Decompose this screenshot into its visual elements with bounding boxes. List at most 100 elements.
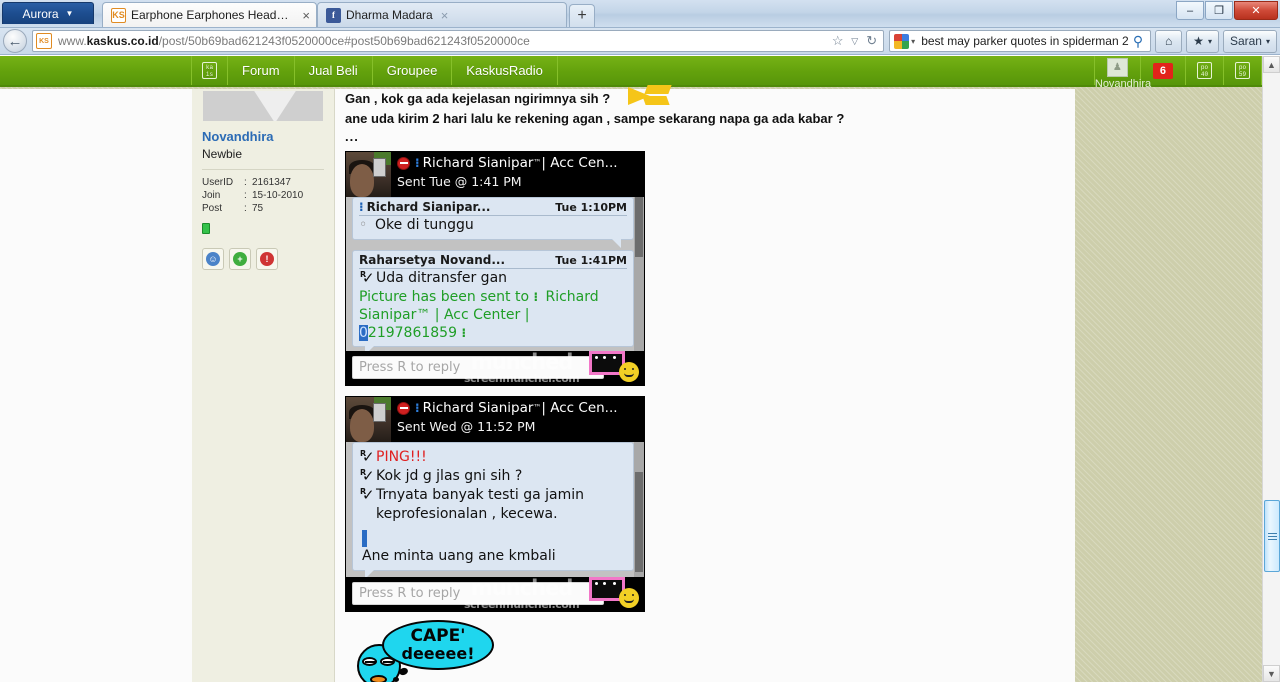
author-avatar[interactable] <box>203 91 323 121</box>
chat-2-message-3: R ✓ Trnyata banyak testi ga jamin keprofe… <box>359 486 627 524</box>
post-text-ellipsis: ... <box>345 129 359 144</box>
chat-1-header-text: ⁝ Richard Sianipar ™ | Acc Cen... Sent Tue… <box>391 152 644 197</box>
chat-1-reply-placeholder: Press R to reply <box>359 360 461 375</box>
new-tab-button[interactable]: + <box>569 4 595 27</box>
tab-kaskus-close-icon[interactable]: × <box>302 9 310 22</box>
trademark-icon: ™ <box>533 403 542 412</box>
nav-username-label: Novandhira <box>1094 78 1152 90</box>
chat-2-draft-label: Ane minta uang ane kmbali <box>362 548 556 564</box>
stat-post: Post : 75 <box>192 202 334 215</box>
chat-2-scrollbar[interactable] <box>634 442 644 577</box>
browser-window: Aurora ▼ KS Earphone Earphones Headset i… <box>0 0 1280 682</box>
chat-2-message-3-label: Trnyata banyak testi ga jamin keprofesio… <box>376 487 585 522</box>
page-viewport: ka is Forum Jual Beli Groupee KaskusRadi… <box>0 56 1280 682</box>
chevron-down-icon: ▼ <box>1267 668 1276 679</box>
scrollbar-thumb[interactable] <box>1264 500 1280 572</box>
chevron-up-icon: ▲ <box>1267 59 1276 70</box>
chat-1-picture-notice: Picture has been sent to ⁝ Richard Siani… <box>359 289 599 341</box>
chat-1-contact-name: ⁝ Richard Sianipar ™ | Acc Cen... <box>397 155 644 171</box>
chat-1-outgoing-time: Tue 1:41PM <box>555 254 627 267</box>
nav-item-kaskusradio[interactable]: KaskusRadio <box>452 56 558 85</box>
do-not-disturb-icon <box>397 401 410 415</box>
chat-2-contact-name: ⁝ Richard Sianipar ™ | Acc Cen... <box>397 400 644 416</box>
reputation-icon: po 59 <box>1235 62 1250 79</box>
nav-icon-button-2[interactable]: po 59 <box>1224 56 1262 85</box>
nav-item-jual-beli-label: Jual Beli <box>308 63 358 78</box>
bookmarks-menu-button[interactable]: ★ ▾ <box>1186 29 1219 53</box>
scroll-down-button[interactable]: ▼ <box>1263 665 1280 682</box>
site-logo[interactable]: ka is <box>192 56 228 85</box>
post-body: Gan , kok ga ada kejelasan ngirimnya sih… <box>335 85 1075 682</box>
search-icon[interactable]: ⚲ <box>1130 33 1146 50</box>
google-icon[interactable] <box>894 33 910 49</box>
reputation-icon-line-2: 59 <box>1238 70 1247 78</box>
chat-2-body: R ✓ PING!!! R ✓ Kok jd g jlas gni sih ? R ✓… <box>346 442 644 579</box>
user-avatar-icon: ♟ <box>1106 58 1128 77</box>
chat-2-contact-label: Richard Sianipar <box>422 400 534 416</box>
tab-facebook[interactable]: f Dharma Madara × <box>317 2 567 27</box>
app-menu-button[interactable]: Aurora ▼ <box>2 2 94 24</box>
trademark-icon: ™ <box>533 158 542 167</box>
stat-post-value: 75 <box>252 203 264 214</box>
chat-2-reply-input[interactable]: Press R to reply <box>352 582 604 605</box>
nav-item-kaskusradio-label: KaskusRadio <box>466 63 543 78</box>
search-input[interactable]: best may parker quotes in spiderman 2 <box>921 34 1130 48</box>
address-bar[interactable]: KS www.kaskus.co.id/post/50b69bad621243f… <box>32 30 885 52</box>
back-button[interactable]: ← <box>3 29 27 53</box>
nav-item-groupee[interactable]: Groupee <box>373 56 453 85</box>
scroll-up-button[interactable]: ▲ <box>1263 56 1280 73</box>
chat-1-incoming-bubble: ⁝ Richard Sianipar... Tue 1:10PM ◦ Oke di… <box>352 197 634 248</box>
chevron-down-icon[interactable]: ▽ <box>846 36 863 47</box>
url-domain: kaskus.co.id <box>86 34 159 48</box>
home-icon: ⌂ <box>1165 34 1173 48</box>
chat-1-incoming-time: Tue 1:10PM <box>555 201 627 214</box>
chat-1-notice-number-highlight: 0 <box>359 325 368 341</box>
author-rank-label: Newbie <box>202 147 243 161</box>
tab-kaskus[interactable]: KS Earphone Earphones Headset iPod iP...… <box>102 2 317 27</box>
author-username-link[interactable]: Novandhira <box>192 121 334 144</box>
tab-kaskus-label: Earphone Earphones Headset iPod iP... <box>131 8 294 22</box>
facebook-favicon-icon: f <box>326 7 341 23</box>
logo-line-1: ka <box>205 63 214 71</box>
chat-1-reply-input[interactable]: Press R to reply <box>352 356 604 379</box>
page-scrollbar[interactable]: ▲ ▼ <box>1262 56 1280 682</box>
nav-item-forum[interactable]: Forum <box>228 56 295 85</box>
chat-1-incoming-message-label: Oke di tunggu <box>375 217 474 233</box>
browser-titlebar: Aurora ▼ KS Earphone Earphones Headset i… <box>0 0 1280 28</box>
home-button[interactable]: ⌂ <box>1155 29 1183 53</box>
stat-userid: UserID : 2161347 <box>192 176 334 189</box>
chat-1-notice-prefix: Picture has been sent to <box>359 289 530 305</box>
chevron-down-icon[interactable]: ▾ <box>911 37 915 46</box>
nav-icon-button-1[interactable]: po 40 <box>1186 56 1224 85</box>
suggestions-menu-button[interactable]: Saran ▾ <box>1222 29 1277 53</box>
online-indicator-icon <box>202 223 210 234</box>
search-bar[interactable]: ▾ best may parker quotes in spiderman 2 … <box>889 30 1152 52</box>
bbm-icon: ⁝ <box>415 156 419 170</box>
close-window-button[interactable]: ✕ <box>1234 1 1278 20</box>
nav-user-menu[interactable]: ♟ Novandhira <box>1095 56 1151 90</box>
report-button[interactable]: ! <box>256 248 278 270</box>
site-identity-icon[interactable]: KS <box>36 33 52 49</box>
chat-1-scrollbar[interactable] <box>634 197 644 351</box>
reload-icon[interactable]: ↻ <box>863 33 880 49</box>
chat-1-contact-suffix: | Acc Cen... <box>541 155 618 171</box>
chat-2-bubble: R ✓ PING!!! R ✓ Kok jd g jlas gni sih ? R ✓… <box>352 442 634 579</box>
nav-item-forum-label: Forum <box>242 63 280 78</box>
tab-facebook-close-icon[interactable]: × <box>441 9 449 22</box>
nav-item-jual-beli[interactable]: Jual Beli <box>295 56 373 85</box>
chat-2-header: ⁝ Richard Sianipar ™ | Acc Cen... Sent Wed… <box>346 397 644 442</box>
stat-join-sep: : <box>244 190 247 201</box>
post-text-line-1: Gan , kok ga ada kejelasan ngirimnya sih… <box>345 85 1061 109</box>
nav-filler <box>558 56 1095 85</box>
bbm-icon: ⁝ <box>415 401 419 415</box>
profile-button[interactable]: ☺ <box>202 248 224 270</box>
minimize-button[interactable]: – <box>1176 1 1204 20</box>
restore-button[interactable]: ❐ <box>1205 1 1233 20</box>
chevron-down-icon: ▾ <box>1207 36 1212 46</box>
kaskus-favicon-icon: KS <box>111 7 126 23</box>
chat-1-incoming-header: ⁝ Richard Sianipar... Tue 1:10PM <box>359 200 627 216</box>
chat-2-header-text: ⁝ Richard Sianipar ™ | Acc Cen... Sent Wed… <box>391 397 644 442</box>
bookmark-star-icon[interactable]: ☆ <box>829 33 846 49</box>
chat-1-outgoing-header: Raharsetya Novand... Tue 1:41PM <box>359 253 627 269</box>
add-friend-button[interactable]: + <box>229 248 251 270</box>
